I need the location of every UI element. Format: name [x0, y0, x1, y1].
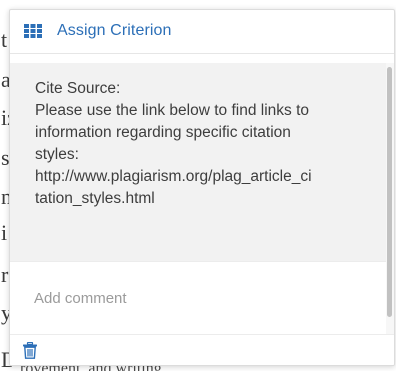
background-letter: t — [1, 27, 8, 52]
scrollbar[interactable] — [386, 63, 394, 334]
criterion-line: information regarding specific citation — [35, 124, 291, 141]
criterion-line: styles: — [35, 146, 79, 163]
background-letter: i — [1, 220, 8, 245]
criterion-line: http://www.plagiarism.org/plag_article_c… — [35, 168, 312, 185]
trash-icon[interactable] — [23, 342, 37, 359]
popup-footer — [10, 334, 394, 365]
assign-criterion-popup: Assign Criterion Cite Source: Please use… — [9, 9, 395, 366]
comment-area — [10, 261, 394, 335]
popup-header: Assign Criterion — [10, 10, 394, 54]
criterion-line: tation_styles.html — [35, 190, 155, 207]
criterion-line: Cite Source: — [35, 80, 121, 97]
comment-input[interactable] — [34, 285, 364, 311]
grid-icon — [24, 24, 42, 38]
criterion-text: Cite Source: Please use the link below t… — [35, 78, 380, 210]
scrollbar-thumb[interactable] — [387, 67, 392, 317]
popup-title: Assign Criterion — [57, 22, 172, 39]
background-letter: r — [1, 262, 9, 287]
criterion-line: Please use the link below to find links … — [35, 102, 309, 119]
criterion-description: Cite Source: Please use the link below t… — [10, 63, 394, 261]
